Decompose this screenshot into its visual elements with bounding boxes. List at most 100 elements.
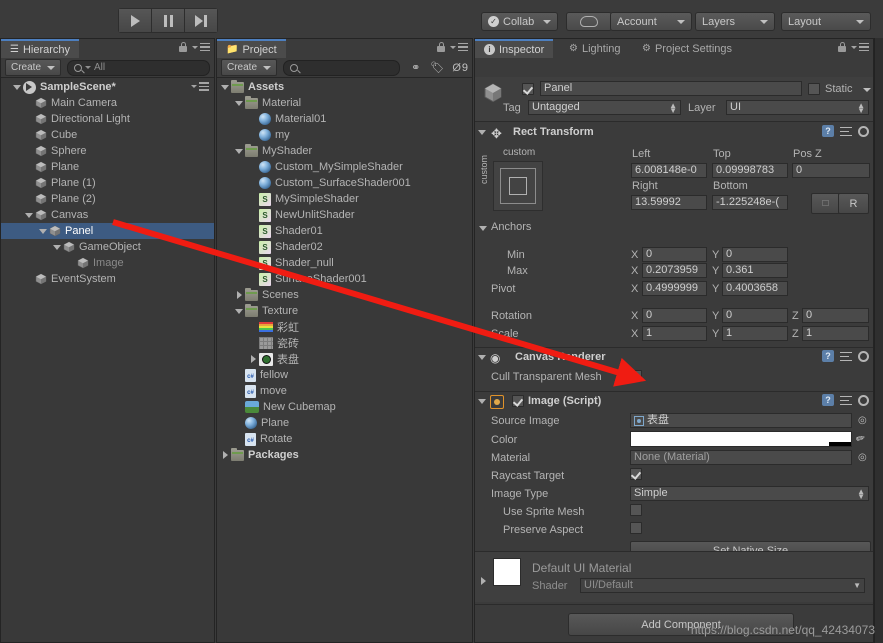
anchor-preset-box[interactable] — [493, 161, 543, 211]
hierarchy-search-input[interactable]: All — [67, 59, 210, 76]
source-image-field[interactable]: 表盘 — [630, 413, 852, 428]
image-type-dropdown[interactable]: Simple ▲ ▼ — [630, 486, 869, 501]
hierarchy-create-button[interactable]: Create — [5, 59, 62, 76]
gear-icon[interactable] — [858, 350, 869, 362]
hierarchy-item[interactable]: Sphere — [1, 143, 214, 159]
object-enabled-checkbox[interactable] — [522, 83, 534, 95]
canvas-renderer-header[interactable]: ◉ Canvas Renderer ? — [475, 348, 873, 368]
scale-z-input[interactable]: 1 — [802, 326, 869, 341]
tab-project-settings[interactable]: ⚙ Project Settings — [633, 39, 741, 58]
hierarchy-scene-root[interactable]: SampleScene* — [1, 79, 214, 95]
hidden-packages-icon[interactable]: Ø — [452, 62, 461, 74]
project-item[interactable]: Material — [217, 95, 472, 111]
project-item[interactable]: Material01 — [217, 111, 472, 127]
hierarchy-menu-icon[interactable] — [192, 42, 210, 52]
project-item[interactable]: S MySimpleShader — [217, 191, 472, 207]
scene-menu-icon[interactable] — [191, 82, 209, 91]
project-item[interactable]: S SurfaceShader001 — [217, 271, 472, 287]
gear-icon[interactable] — [858, 394, 869, 406]
layer-dropdown[interactable]: UI ▲ ▼ — [726, 100, 869, 115]
use-sprite-mesh-checkbox[interactable] — [630, 504, 642, 516]
material-picker-icon[interactable]: ◎ — [858, 452, 867, 463]
project-item[interactable]: Custom_SurfaceShader001 — [217, 175, 472, 191]
account-button[interactable]: Account — [610, 12, 692, 31]
project-item[interactable]: Plane — [217, 415, 472, 431]
project-create-button[interactable]: Create — [221, 59, 278, 76]
project-menu-icon[interactable] — [450, 42, 468, 52]
project-item[interactable]: Texture — [217, 303, 472, 319]
hierarchy-item[interactable]: Directional Light — [1, 111, 214, 127]
anchor-max-y-input[interactable]: 0.361 — [722, 263, 788, 278]
project-item[interactable]: Scenes — [217, 287, 472, 303]
hierarchy-item[interactable]: Plane (2) — [1, 191, 214, 207]
chevron-right-icon[interactable] — [221, 450, 230, 460]
chevron-down-icon[interactable] — [235, 307, 244, 316]
project-item[interactable]: c# Rotate — [217, 431, 472, 447]
lock-icon[interactable] — [437, 42, 445, 52]
help-icon[interactable]: ? — [822, 394, 834, 406]
image-script-header[interactable]: Image (Script) ? — [475, 392, 873, 412]
project-item[interactable]: c# fellow — [217, 367, 472, 383]
chevron-right-icon[interactable] — [235, 290, 244, 300]
project-item[interactable]: c# move — [217, 383, 472, 399]
project-item[interactable]: S NewUnlitShader — [217, 207, 472, 223]
project-item[interactable]: S Shader02 — [217, 239, 472, 255]
tab-hierarchy[interactable]: ☰ Hierarchy — [1, 39, 80, 58]
help-icon[interactable]: ? — [822, 125, 834, 137]
right-input[interactable]: 13.59992 — [631, 195, 707, 210]
color-swatch[interactable] — [630, 431, 852, 447]
image-enabled-checkbox[interactable] — [512, 395, 524, 407]
rotation-x-input[interactable]: 0 — [642, 308, 707, 323]
step-icon[interactable] — [185, 9, 217, 32]
project-item[interactable]: New Cubemap — [217, 399, 472, 415]
project-item[interactable]: my — [217, 127, 472, 143]
chevron-down-icon[interactable] — [863, 88, 871, 92]
blueprint-mode-button[interactable]: □ — [811, 193, 840, 214]
chevron-down-icon[interactable] — [39, 227, 48, 236]
chevron-down-icon[interactable] — [235, 147, 244, 156]
rect-transform-header[interactable]: ✥ Rect Transform ? — [475, 122, 873, 147]
hierarchy-item[interactable]: Plane (1) — [1, 175, 214, 191]
pivot-x-input[interactable]: 0.4999999 — [642, 281, 707, 296]
hierarchy-item[interactable]: Cube — [1, 127, 214, 143]
raw-edit-button[interactable]: R — [838, 193, 869, 214]
chevron-down-icon[interactable] — [478, 128, 487, 137]
label-icon[interactable]: 🏷 — [430, 61, 444, 74]
project-item[interactable]: MyShader — [217, 143, 472, 159]
posz-input[interactable]: 0 — [792, 163, 870, 178]
hierarchy-item[interactable]: EventSystem — [1, 271, 214, 287]
anchor-min-y-input[interactable]: 0 — [722, 247, 788, 262]
rotation-y-input[interactable]: 0 — [722, 308, 788, 323]
hierarchy-item[interactable]: Plane — [1, 159, 214, 175]
play-icon[interactable] — [119, 9, 152, 32]
project-item[interactable]: 彩虹 — [217, 319, 472, 335]
anchor-max-x-input[interactable]: 0.2073959 — [642, 263, 707, 278]
preserve-aspect-checkbox[interactable] — [630, 522, 642, 534]
help-icon[interactable]: ? — [822, 350, 834, 362]
top-input[interactable]: 0.09998783 — [712, 163, 788, 178]
pause-icon[interactable] — [152, 9, 185, 32]
scale-x-input[interactable]: 1 — [642, 326, 707, 341]
chevron-down-icon[interactable] — [13, 83, 22, 92]
object-name-field[interactable]: Panel — [540, 81, 802, 96]
tab-project[interactable]: 📁 Project — [217, 39, 286, 58]
project-item[interactable]: Packages — [217, 447, 472, 463]
hierarchy-item[interactable]: Canvas — [1, 207, 214, 223]
tag-dropdown[interactable]: Untagged ▲ ▼ — [528, 100, 681, 115]
project-item[interactable]: S Shader01 — [217, 223, 472, 239]
chevron-down-icon[interactable] — [235, 99, 244, 108]
preset-icon[interactable] — [840, 351, 852, 362]
layout-button[interactable]: Layout — [781, 12, 871, 31]
preset-icon[interactable] — [840, 126, 852, 137]
cull-transparent-mesh-checkbox[interactable] — [630, 370, 642, 382]
hierarchy-item[interactable]: Panel — [1, 223, 214, 239]
hierarchy-item[interactable]: GameObject — [1, 239, 214, 255]
favorites-icon[interactable]: ⚭ — [411, 61, 420, 74]
chevron-down-icon[interactable] — [478, 353, 487, 362]
chevron-down-icon[interactable] — [221, 83, 230, 92]
lock-icon[interactable] — [838, 42, 846, 52]
bottom-input[interactable]: -1.225248e-( — [712, 195, 788, 210]
pivot-y-input[interactable]: 0.4003658 — [722, 281, 788, 296]
project-item[interactable]: Custom_MySimpleShader — [217, 159, 472, 175]
raycast-target-checkbox[interactable] — [630, 468, 642, 480]
